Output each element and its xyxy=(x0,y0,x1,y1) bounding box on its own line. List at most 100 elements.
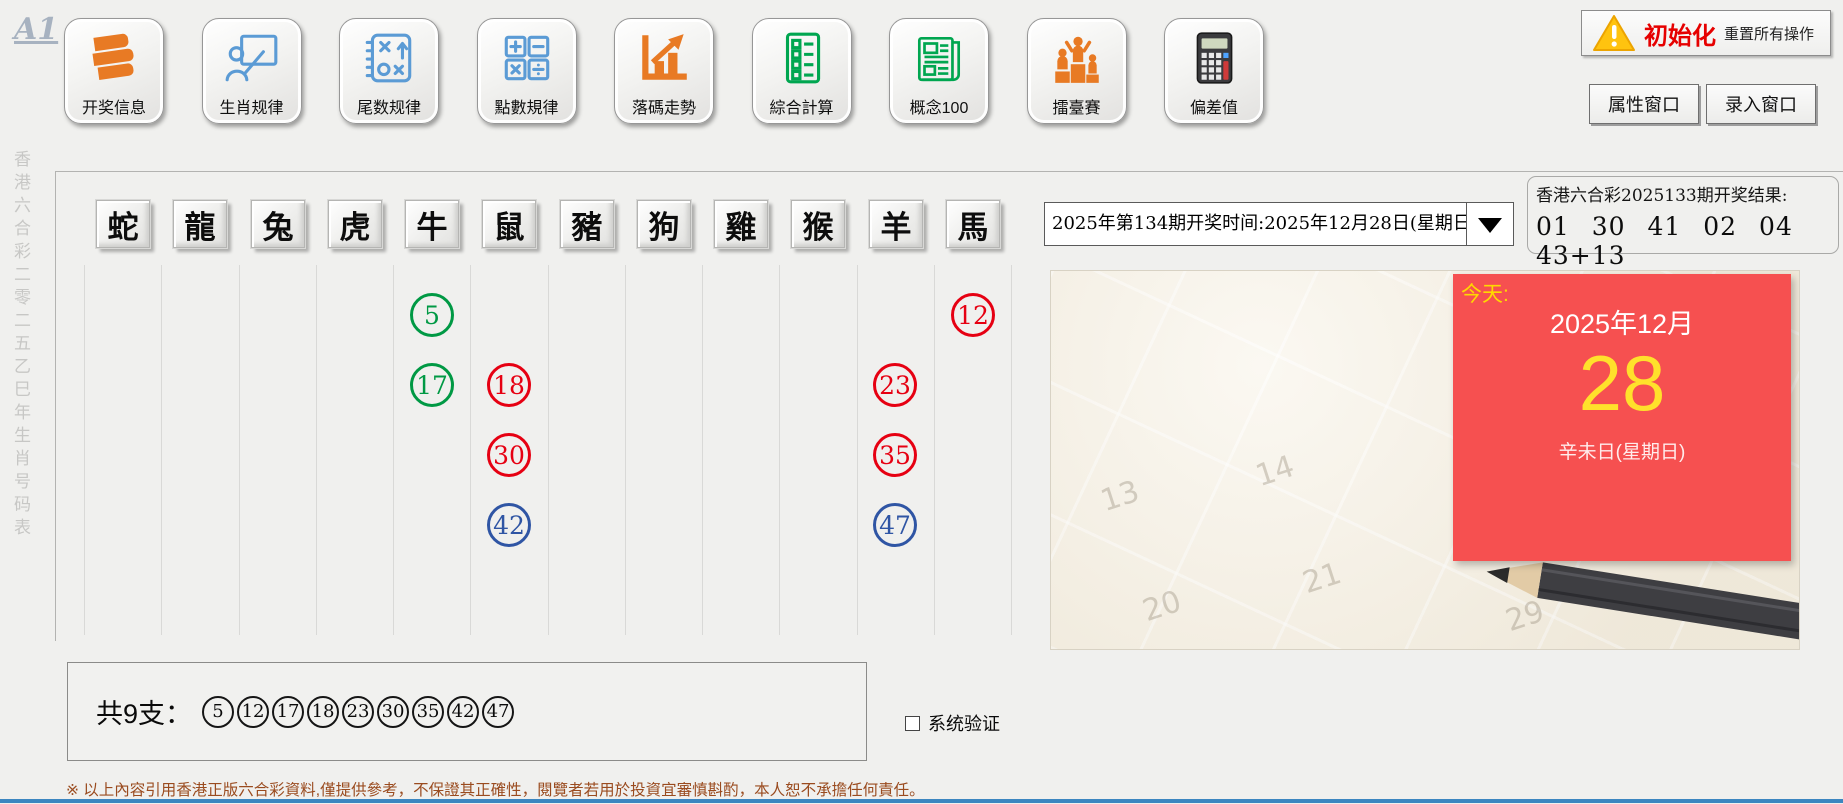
zodiac-key-5[interactable]: 牛 xyxy=(405,200,459,248)
initialize-label: 初始化 xyxy=(1644,16,1716,51)
zodiac-key-7[interactable]: 豬 xyxy=(560,200,614,248)
period-dropdown-value: 2025年第134期开奖时间:2025年12月28日(星期日) xyxy=(1045,203,1466,245)
calendar-day-detail: 辛未日(星期日) xyxy=(1453,437,1791,464)
entry-window-button[interactable]: 录入窗口 xyxy=(1706,84,1816,124)
grid-column-line xyxy=(84,265,85,635)
summary-ball-35: 35 xyxy=(412,696,444,728)
grid-ball-17: 17 xyxy=(410,363,454,407)
toolbar-button-label: 概念100 xyxy=(910,94,969,118)
grid-column-line xyxy=(1011,265,1012,635)
grid-ball-5: 5 xyxy=(410,293,454,337)
draw-result-numbers: 01 30 41 02 04 43+13 xyxy=(1536,212,1830,270)
toolbar-button-podium[interactable]: 擂臺賽 xyxy=(1027,18,1127,124)
side-vertical-title: 香港六合彩二零二五乙巳年生肖号码表 xyxy=(8,150,33,570)
toolbar-button-label: 點數規律 xyxy=(494,94,558,118)
summary-label: 共9支： xyxy=(96,692,192,731)
grid-column-line xyxy=(393,265,394,635)
zodiac-key-1[interactable]: 蛇 xyxy=(96,200,150,248)
toolbar-button-newspaper[interactable]: 概念100 xyxy=(889,18,989,124)
faint-calendar-number: 13 xyxy=(1097,474,1144,519)
summary-ball-5: 5 xyxy=(202,696,234,728)
draw-result-box: 香港六合彩2025133期开奖结果: 01 30 41 02 04 43+13 xyxy=(1527,176,1839,254)
calculator-icon xyxy=(1185,27,1243,89)
grid-column-line xyxy=(702,265,703,635)
tail-strategy-icon xyxy=(360,27,418,89)
grid-ball-35: 35 xyxy=(873,433,917,477)
zodiac-board-icon xyxy=(223,27,281,89)
toolbar-button-label: 尾数规律 xyxy=(357,94,421,118)
faint-calendar-number: 20 xyxy=(1139,584,1186,629)
warning-icon xyxy=(1592,13,1636,53)
grid-column-line xyxy=(779,265,780,635)
calendar-day: 28 xyxy=(1453,343,1791,423)
toolbar-button-label: 生肖规律 xyxy=(219,94,283,118)
grid-ball-23: 23 xyxy=(873,363,917,407)
books-icon xyxy=(85,27,143,89)
zodiac-key-10[interactable]: 猴 xyxy=(791,200,845,248)
initialize-sublabel: 重置所有操作 xyxy=(1724,23,1814,44)
zodiac-key-4[interactable]: 虎 xyxy=(328,200,382,248)
toolbar-button-label: 偏差值 xyxy=(1190,94,1238,118)
toolbar-button-label: 綜合計算 xyxy=(769,94,833,118)
initialize-button[interactable]: 初始化 重置所有操作 xyxy=(1581,10,1831,56)
grid-ball-30: 30 xyxy=(487,433,531,477)
grid-ball-18: 18 xyxy=(487,363,531,407)
toolbar-button-label: 落碼走勢 xyxy=(632,94,696,118)
calendar-photo-panel: 131420212229 今天: 2025年12月 28 辛未日(星期日) xyxy=(1050,270,1800,650)
grid-ball-47: 47 xyxy=(873,503,917,547)
grid-column-line xyxy=(625,265,626,635)
faint-calendar-number: 14 xyxy=(1252,449,1299,494)
faint-calendar-number: 21 xyxy=(1299,556,1346,601)
toolbar-button-zodiac-board[interactable]: 生肖规律 xyxy=(202,18,302,124)
grid-column-line xyxy=(316,265,317,635)
zodiac-key-11[interactable]: 羊 xyxy=(869,200,923,248)
summary-box: 共9支： 51217182330354247 xyxy=(67,662,867,761)
zodiac-key-12[interactable]: 馬 xyxy=(946,200,1000,248)
grid-column-line xyxy=(548,265,549,635)
today-calendar-card: 今天: 2025年12月 28 辛未日(星期日) xyxy=(1453,274,1791,561)
period-dropdown[interactable]: 2025年第134期开奖时间:2025年12月28日(星期日) xyxy=(1044,202,1514,246)
grid-ball-12: 12 xyxy=(951,293,995,337)
zodiac-key-9[interactable]: 雞 xyxy=(714,200,768,248)
grid-column-line xyxy=(857,265,858,635)
disclaimer-text: ※ 以上內容引用香港正版六合彩資料,僅提供參考，不保證其正確性，閱覽者若用於投資… xyxy=(66,778,925,800)
system-verify-checkbox[interactable]: 系统验证 xyxy=(905,710,1000,736)
toolbar-button-tail-strategy[interactable]: 尾数规律 xyxy=(339,18,439,124)
grid-column-line xyxy=(239,265,240,635)
summary-ball-42: 42 xyxy=(447,696,479,728)
grid-ball-42: 42 xyxy=(487,503,531,547)
left-separator xyxy=(55,171,56,641)
chevron-down-icon xyxy=(1478,218,1502,245)
math-grid-icon xyxy=(498,27,556,89)
zodiac-key-3[interactable]: 兔 xyxy=(251,200,305,248)
checklist-icon xyxy=(773,27,831,89)
zodiac-key-8[interactable]: 狗 xyxy=(637,200,691,248)
newspaper-icon xyxy=(910,27,968,89)
toolbar-button-label: 擂臺賽 xyxy=(1052,94,1100,118)
summary-ball-47: 47 xyxy=(482,696,514,728)
toolbar-button-math-grid[interactable]: 點數規律 xyxy=(477,18,577,124)
grid-column-line xyxy=(161,265,162,635)
dropdown-arrow-button[interactable] xyxy=(1466,203,1513,245)
summary-ball-23: 23 xyxy=(342,696,374,728)
toolbar-button-calculator[interactable]: 偏差值 xyxy=(1164,18,1264,124)
system-verify-label: 系统验证 xyxy=(928,710,1000,736)
summary-ball-12: 12 xyxy=(237,696,269,728)
toolbar: 开奖信息 生肖规律 尾数规律 點數規律 落碼走勢 綜合計算 xyxy=(0,0,1843,140)
properties-window-button[interactable]: 属性窗口 xyxy=(1589,84,1699,124)
today-label: 今天: xyxy=(1461,278,1509,308)
zodiac-key-2[interactable]: 龍 xyxy=(173,200,227,248)
summary-ball-17: 17 xyxy=(272,696,304,728)
top-separator xyxy=(55,171,1843,172)
podium-icon xyxy=(1048,27,1106,89)
toolbar-button-trend-chart[interactable]: 落碼走勢 xyxy=(614,18,714,124)
summary-ball-30: 30 xyxy=(377,696,409,728)
toolbar-button-books[interactable]: 开奖信息 xyxy=(64,18,164,124)
trend-chart-icon xyxy=(635,27,693,89)
checkbox-icon[interactable] xyxy=(905,716,920,731)
zodiac-key-6[interactable]: 鼠 xyxy=(482,200,536,248)
toolbar-button-checklist[interactable]: 綜合計算 xyxy=(752,18,852,124)
grid-column-line xyxy=(470,265,471,635)
toolbar-button-label: 开奖信息 xyxy=(82,94,146,118)
bottom-accent-bar xyxy=(0,799,1843,803)
